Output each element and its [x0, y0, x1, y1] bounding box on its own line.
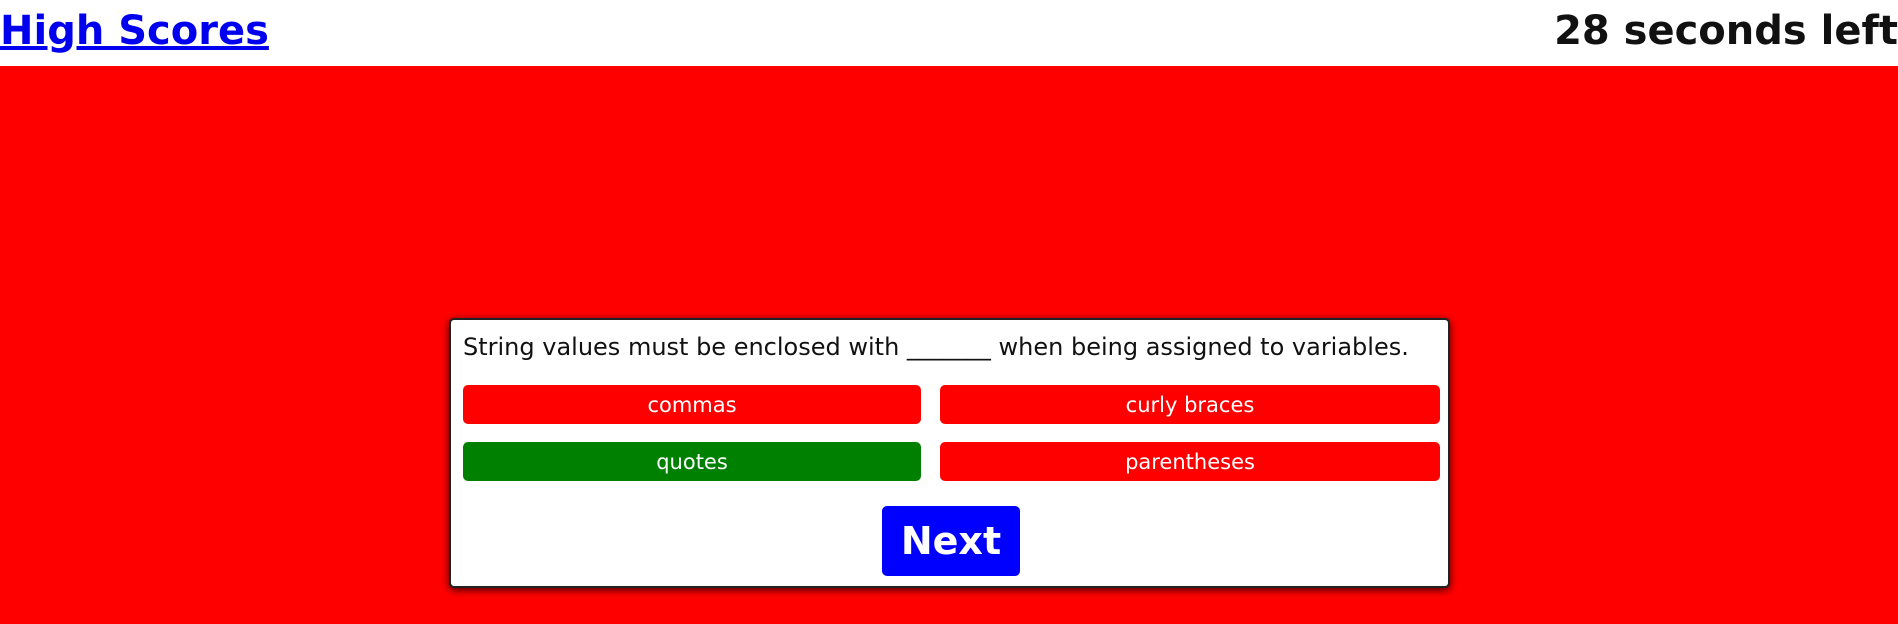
timer-text: 28 seconds left	[1554, 8, 1898, 54]
high-scores-link[interactable]: High Scores	[0, 8, 269, 54]
answer-button-parentheses[interactable]: parentheses	[940, 442, 1440, 481]
answer-button-commas[interactable]: commas	[463, 385, 921, 424]
next-button[interactable]: Next	[882, 506, 1020, 576]
answer-button-quotes[interactable]: quotes	[463, 442, 921, 481]
header-bar: High Scores 28 seconds left	[0, 0, 1898, 66]
quiz-card: String values must be enclosed with ____…	[449, 318, 1450, 588]
question-text: String values must be enclosed with ____…	[463, 333, 1409, 361]
answer-button-curly-braces[interactable]: curly braces	[940, 385, 1440, 424]
